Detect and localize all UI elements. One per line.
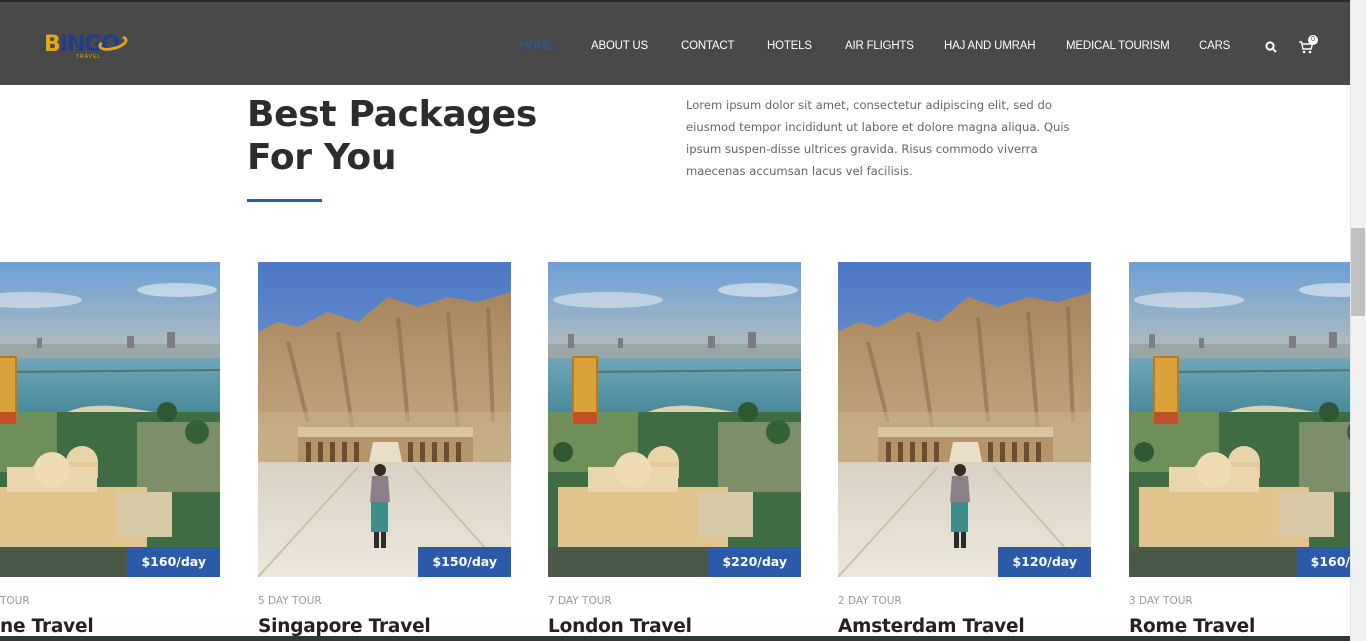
- section-description: Lorem ipsum dolor sit amet, consectetur …: [686, 98, 1070, 178]
- nav-air-flights[interactable]: AIR FLIGHTS: [845, 40, 914, 52]
- brand-logo[interactable]: BINGO TRAVEL: [36, 30, 132, 64]
- price-badge: $160/: [1296, 547, 1350, 577]
- package-duration: 3 DAY TOUR: [1129, 595, 1193, 607]
- nav-contact[interactable]: CONTACT: [681, 40, 735, 52]
- logo-subtext: TRAVEL: [76, 54, 102, 60]
- package-image[interactable]: $160/: [1129, 262, 1350, 577]
- cart-count-badge: 0: [1308, 35, 1318, 45]
- site-header: BINGO TRAVEL HOME ABOUT US CONTACT HOTEL…: [0, 0, 1350, 85]
- title-underline: [247, 199, 322, 202]
- package-card[interactable]: $160/ 3 DAY TOUR Rome Travel: [1129, 262, 1350, 641]
- package-title[interactable]: London Travel: [548, 616, 692, 637]
- nav-home[interactable]: HOME: [520, 40, 554, 52]
- scrollbar-thumb[interactable]: [1351, 228, 1365, 316]
- package-image[interactable]: $120/day: [838, 262, 1091, 577]
- price-badge: $220/day: [708, 547, 801, 577]
- section-title-line-1: Best Packages: [247, 94, 538, 135]
- package-title[interactable]: ne Travel: [0, 616, 94, 637]
- nav-hotels[interactable]: HOTELS: [767, 40, 812, 52]
- nav-about-us[interactable]: ABOUT US: [591, 40, 648, 52]
- price-badge: $160/day: [127, 547, 220, 577]
- nav-cars[interactable]: CARS: [1199, 40, 1230, 52]
- price-badge: $120/day: [998, 547, 1091, 577]
- package-image[interactable]: $150/day: [258, 262, 511, 577]
- package-image[interactable]: $220/day: [548, 262, 801, 577]
- price-badge: $150/day: [418, 547, 511, 577]
- package-duration: 5 DAY TOUR: [258, 595, 322, 607]
- package-image[interactable]: $160/day: [0, 262, 220, 577]
- package-duration: 2 DAY TOUR: [838, 595, 902, 607]
- nav-haj-and-umrah[interactable]: HAJ AND UMRAH: [944, 40, 1036, 52]
- footer-edge: [0, 636, 1350, 641]
- nav-medical-tourism[interactable]: MEDICAL TOURISM: [1066, 40, 1170, 52]
- package-duration: TOUR: [0, 595, 30, 607]
- page-scrollbar[interactable]: [1350, 0, 1366, 641]
- section-title: Best Packages For You: [247, 93, 567, 179]
- section-title-line-2: For You: [247, 137, 397, 178]
- package-title[interactable]: Singapore Travel: [258, 616, 431, 637]
- search-icon[interactable]: [1265, 41, 1277, 53]
- package-title[interactable]: Rome Travel: [1129, 616, 1255, 637]
- package-title[interactable]: Amsterdam Travel: [838, 616, 1025, 637]
- package-duration: 7 DAY TOUR: [548, 595, 612, 607]
